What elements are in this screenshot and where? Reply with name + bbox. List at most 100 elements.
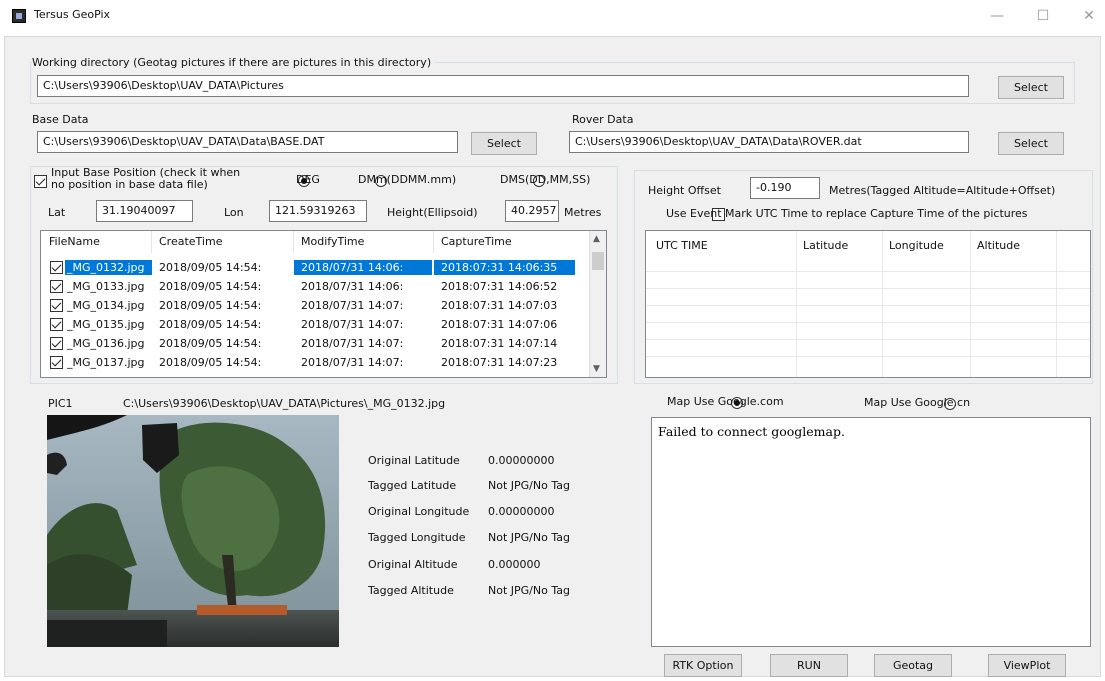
height-field[interactable]: 40.2957 xyxy=(505,200,559,222)
file-row[interactable]: _MG_0134.jpg 2018/09/05 14:54: 2018/07/3… xyxy=(41,298,581,313)
lon-label: Lon xyxy=(224,206,244,219)
height-offset-note: Metres(Tagged Altitude=Altitude+Offset) xyxy=(829,184,1056,197)
grid-line xyxy=(646,322,1090,323)
file-row-checkbox[interactable] xyxy=(50,299,63,312)
file-row-checkbox[interactable] xyxy=(50,356,63,369)
run-button[interactable]: RUN xyxy=(770,654,848,677)
viewplot-button[interactable]: ViewPlot xyxy=(988,654,1066,677)
format-dms-label: DMS(DD,MM,SS) xyxy=(500,173,591,186)
working-dir-label: Working directory (Geotag pictures if th… xyxy=(32,56,435,69)
geotag-button[interactable]: Geotag xyxy=(874,654,952,677)
rover-data-select-button[interactable]: Select xyxy=(998,132,1064,155)
info-label: Tagged Altitude xyxy=(368,584,454,597)
file-name: _MG_0136.jpg xyxy=(67,337,145,350)
file-create-time: 2018/09/05 14:54: xyxy=(159,280,262,293)
preview-image-drawing xyxy=(47,415,339,647)
file-name: _MG_0132.jpg xyxy=(65,260,152,275)
col-header-longitude[interactable]: Longitude xyxy=(889,239,944,252)
lon-field[interactable]: 121.59319263 xyxy=(269,200,367,222)
col-header-utc-time[interactable]: UTC TIME xyxy=(656,239,708,252)
rover-data-field[interactable]: C:\Users\93906\Desktop\UAV_DATA\Data\ROV… xyxy=(569,131,969,153)
format-deg-label: DEG xyxy=(296,173,320,186)
info-label: Original Longitude xyxy=(368,505,470,518)
scroll-down-icon[interactable]: ▼ xyxy=(593,364,600,374)
file-capture-time: 2018:07:31 14:07:14 xyxy=(441,337,558,350)
picture-path: C:\Users\93906\Desktop\UAV_DATA\Pictures… xyxy=(123,397,446,410)
base-data-select-button[interactable]: Select xyxy=(471,132,537,155)
app-icon xyxy=(12,9,26,23)
file-modify-time: 2018/07/31 14:07: xyxy=(301,299,404,312)
file-row[interactable]: _MG_0132.jpg 2018/09/05 14:54: 2018/07/3… xyxy=(41,260,581,275)
file-modify-time: 2018/07/31 14:07: xyxy=(301,318,404,331)
col-header-capturetime[interactable]: CaptureTime xyxy=(441,235,512,248)
info-label: Original Altitude xyxy=(368,558,458,571)
height-offset-field[interactable]: -0.190 xyxy=(750,177,820,199)
file-create-time: 2018/09/05 14:54: xyxy=(159,299,262,312)
file-row-checkbox[interactable] xyxy=(50,261,63,274)
scroll-up-icon[interactable]: ▲ xyxy=(593,234,600,244)
file-row[interactable]: _MG_0135.jpg 2018/09/05 14:54: 2018/07/3… xyxy=(41,317,581,332)
file-create-time: 2018/09/05 14:54: xyxy=(159,356,262,369)
event-table[interactable]: UTC TIME Latitude Longitude Altitude xyxy=(645,230,1091,378)
col-header-createtime[interactable]: CreateTime xyxy=(159,235,222,248)
col-header-modifytime[interactable]: ModifyTime xyxy=(301,235,364,248)
col-separator xyxy=(433,231,434,253)
col-separator xyxy=(151,231,152,253)
input-base-position-label-2: no position in base data file) xyxy=(51,178,208,191)
file-name: _MG_0137.jpg xyxy=(67,356,145,369)
file-capture-time: 2018:07:31 14:07:03 xyxy=(441,299,558,312)
file-capture-time: 2018:07:31 14:07:06 xyxy=(441,318,558,331)
file-modify-time: 2018/07/31 14:07: xyxy=(301,356,404,369)
scroll-thumb[interactable] xyxy=(592,252,604,270)
grid-line xyxy=(646,339,1090,340)
info-value: 0.00000000 xyxy=(488,505,555,518)
lat-field[interactable]: 31.19040097 xyxy=(96,200,193,222)
close-button[interactable]: ✕ xyxy=(1074,6,1104,26)
file-name: _MG_0133.jpg xyxy=(67,280,145,293)
file-capture-time: 2018:07:31 14:07:23 xyxy=(441,356,558,369)
file-capture-time: 2018:07:31 14:06:52 xyxy=(441,280,558,293)
file-row-checkbox[interactable] xyxy=(50,318,63,331)
title-bar: Tersus GeoPix — ☐ ✕ xyxy=(0,0,1105,30)
file-list-scrollbar[interactable]: ▲ ▼ xyxy=(589,231,606,377)
map-error-message: Failed to connect googlemap. xyxy=(658,424,845,439)
file-modify-time: 2018/07/31 14:06: xyxy=(294,260,432,275)
rtk-option-button[interactable]: RTK Option xyxy=(664,654,742,677)
working-dir-field[interactable]: C:\Users\93906\Desktop\UAV_DATA\Pictures xyxy=(37,75,969,97)
col-header-filename[interactable]: FileName xyxy=(49,235,100,248)
info-value: 0.00000000 xyxy=(488,454,555,467)
height-unit-label: Metres xyxy=(564,206,602,219)
file-row[interactable]: _MG_0133.jpg 2018/09/05 14:54: 2018/07/3… xyxy=(41,279,581,294)
col-separator xyxy=(293,231,294,253)
event-mark-label: Use Event Mark UTC Time to replace Captu… xyxy=(666,207,1028,220)
map-google-com-label: Map Use Google.com xyxy=(667,395,784,408)
info-label: Tagged Longitude xyxy=(368,531,466,544)
file-name: _MG_0134.jpg xyxy=(67,299,145,312)
col-header-altitude[interactable]: Altitude xyxy=(977,239,1020,252)
file-row-checkbox[interactable] xyxy=(50,280,63,293)
maximize-button[interactable]: ☐ xyxy=(1028,6,1058,26)
info-value: 0.000000 xyxy=(488,558,541,571)
file-modify-time: 2018/07/31 14:07: xyxy=(301,337,404,350)
file-create-time: 2018/09/05 14:54: xyxy=(159,261,262,274)
file-create-time: 2018/09/05 14:54: xyxy=(159,318,262,331)
grid-line xyxy=(646,288,1090,289)
grid-line xyxy=(646,356,1090,357)
map-view[interactable]: Failed to connect googlemap. xyxy=(651,417,1091,647)
grid-line xyxy=(646,271,1090,272)
file-row-checkbox[interactable] xyxy=(50,337,63,350)
rover-data-label: Rover Data xyxy=(572,113,634,126)
col-header-latitude[interactable]: Latitude xyxy=(803,239,848,252)
lat-label: Lat xyxy=(48,206,66,219)
info-value: Not JPG/No Tag xyxy=(488,584,570,597)
input-base-position-checkbox[interactable] xyxy=(34,175,47,188)
info-label: Tagged Latitude xyxy=(368,479,457,492)
base-data-field[interactable]: C:\Users\93906\Desktop\UAV_DATA\Data\BAS… xyxy=(37,131,458,153)
working-dir-select-button[interactable]: Select xyxy=(998,76,1064,99)
file-list[interactable]: FileName CreateTime ModifyTime CaptureTi… xyxy=(40,230,607,378)
file-row[interactable]: _MG_0136.jpg 2018/09/05 14:54: 2018/07/3… xyxy=(41,336,581,351)
file-capture-time: 2018:07:31 14:06:35 xyxy=(434,260,575,275)
minimize-button[interactable]: — xyxy=(982,6,1012,26)
file-row[interactable]: _MG_0137.jpg 2018/09/05 14:54: 2018/07/3… xyxy=(41,355,581,370)
file-name: _MG_0135.jpg xyxy=(67,318,145,331)
